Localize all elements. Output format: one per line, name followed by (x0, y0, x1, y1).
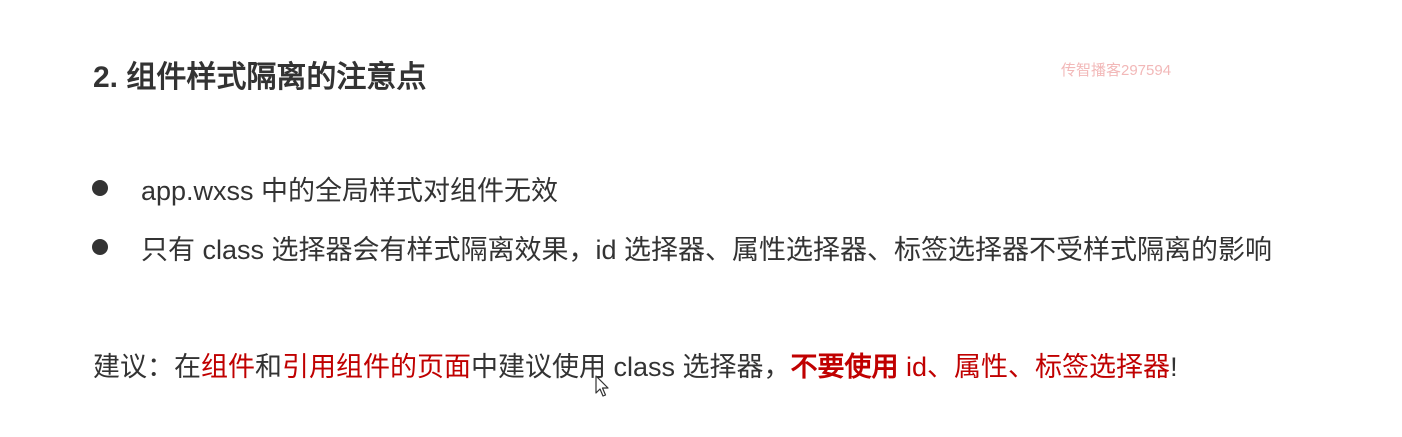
section-heading: 2. 组件样式隔离的注意点 (93, 61, 427, 94)
bullet-dot-icon (92, 180, 108, 196)
advice-exclamation: ! (1170, 352, 1178, 382)
advice-emphasis-selectors: id、属性、标签选择器 (898, 352, 1171, 382)
list-item: app.wxss 中的全局样式对组件无效 (92, 168, 1272, 208)
bullet-text: 只有 class 选择器会有样式隔离效果，id 选择器、属性选择器、标签选择器不… (141, 234, 1273, 265)
bullet-list: app.wxss 中的全局样式对组件无效 只有 class 选择器会有样式隔离效… (92, 168, 1272, 286)
bullet-dot-icon (92, 239, 108, 255)
advice-emphasis-component: 组件 (201, 352, 255, 382)
bullet-text: app.wxss 中的全局样式对组件无效 (141, 175, 559, 206)
advice-middle: 中建议使用 class 选择器， (471, 352, 791, 382)
advice-line: 建议：在组件和引用组件的页面中建议使用 class 选择器，不要使用 id、属性… (93, 345, 1178, 384)
watermark: 传智播客297594 (1061, 62, 1172, 79)
list-item: 只有 class 选择器会有样式隔离效果，id 选择器、属性选择器、标签选择器不… (92, 227, 1272, 267)
mouse-pointer-icon (595, 375, 609, 397)
advice-prefix: 建议：在 (93, 352, 201, 382)
advice-emphasis-page: 引用组件的页面 (282, 352, 471, 382)
advice-connector: 和 (255, 352, 282, 382)
advice-emphasis-dont-use: 不要使用 (790, 352, 899, 382)
